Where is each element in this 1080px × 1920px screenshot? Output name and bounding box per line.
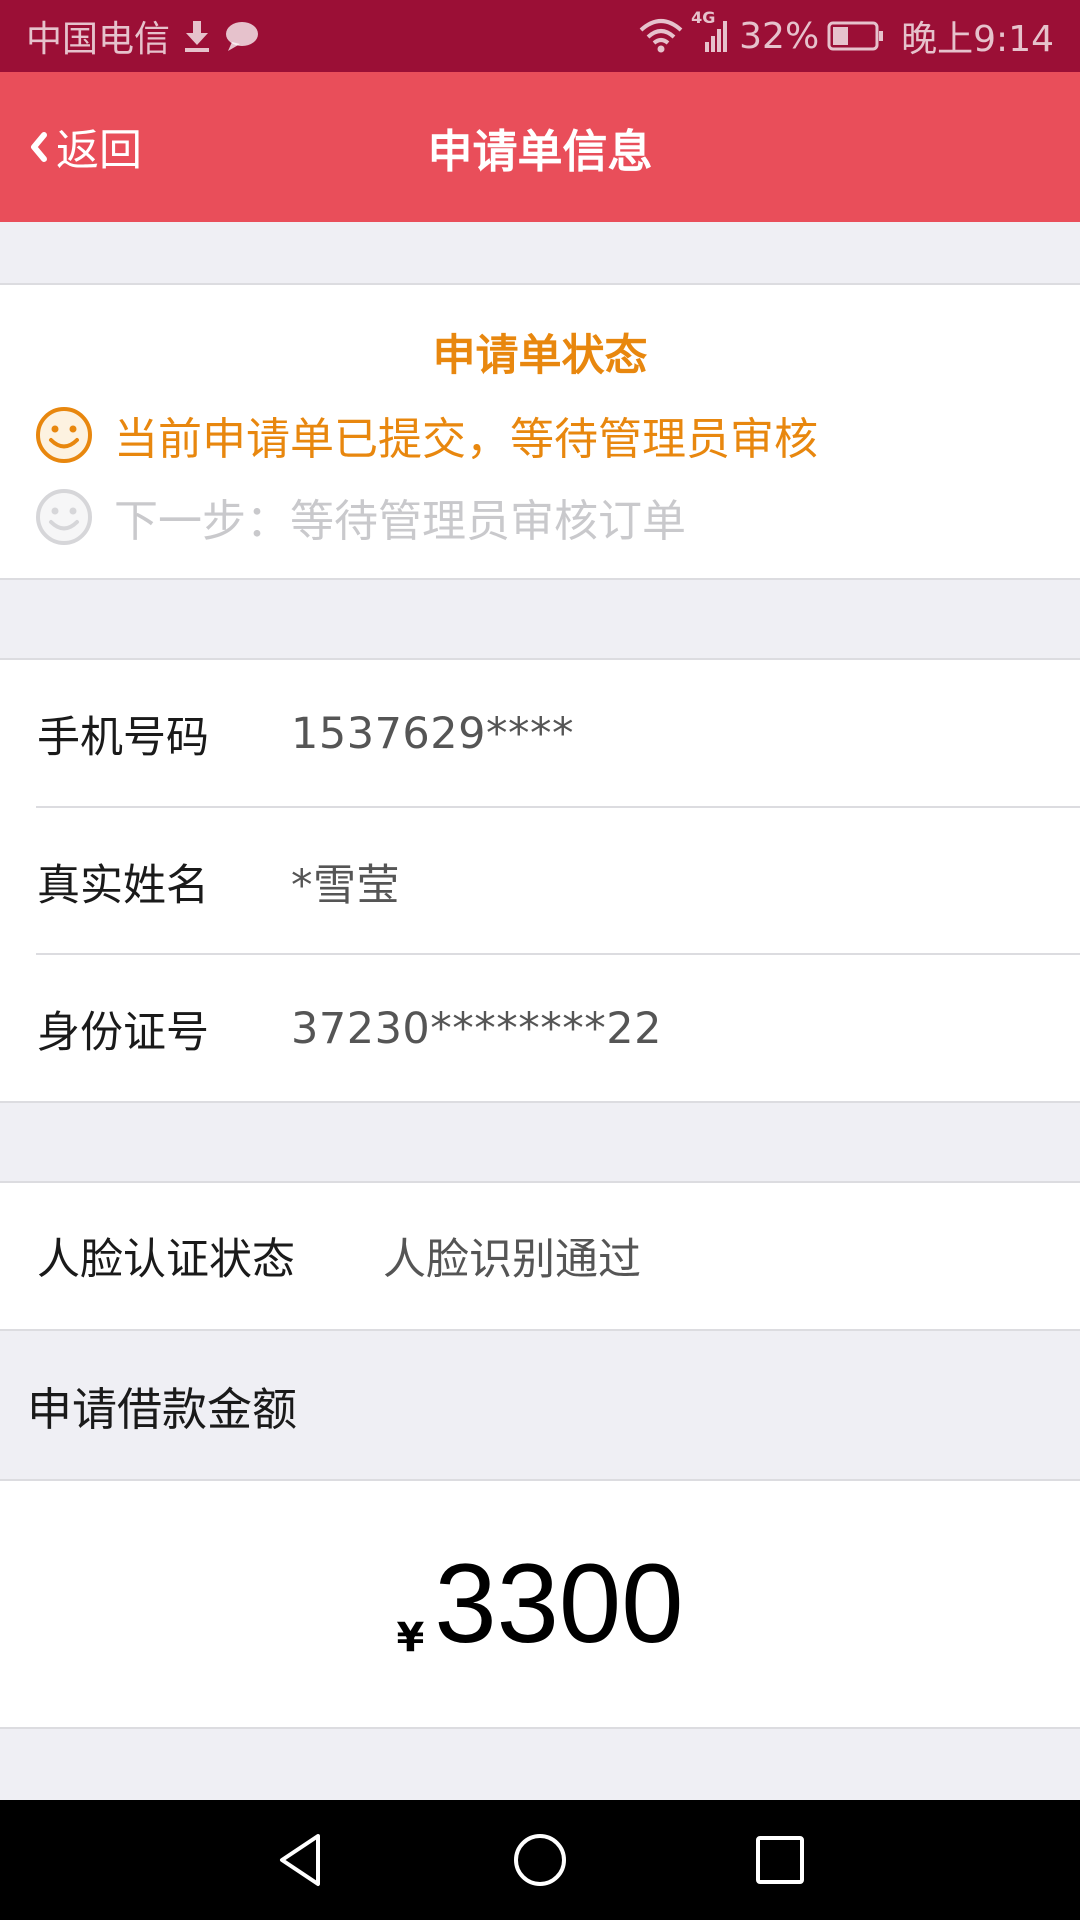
next-step-text: 下一步：等待管理员审核订单 [114,496,686,547]
back-label: 返回 [56,126,142,176]
info-label: 身份证号 [37,1007,209,1058]
nav-bar: 返回 申请单信息 [0,72,1080,222]
status-bar-left: 中国电信 [26,0,260,72]
personal-info-card: 手机号码 1537629**** 真实姓名 *雪莹 身份证号 37230****… [0,658,1080,1103]
battery-icon [827,20,885,52]
circle-home-icon [510,1830,570,1890]
loan-amount: ¥ 3300 [0,1481,1080,1727]
smiley-icon [34,487,94,547]
network-type: 4G [691,8,716,27]
triangle-back-icon [272,1830,328,1890]
nav-back-button[interactable] [240,1800,360,1920]
wifi-icon [639,18,683,54]
current-status-text: 当前申请单已提交，等待管理员审核 [114,414,818,465]
page-title: 申请单信息 [427,124,653,178]
square-recents-icon [752,1832,808,1888]
application-status-card: 申请单状态 当前申请单已提交，等待管理员审核 下一步：等待管理员审核订单 [0,283,1080,580]
next-step: 下一步：等待管理员审核订单 [34,485,686,549]
message-icon [224,20,260,52]
face-auth-label: 人脸认证状态 [37,1235,295,1285]
chevron-left-icon [26,129,50,165]
amount-value: 3300 [434,1541,684,1666]
smiley-icon [34,405,94,465]
info-value: *雪莹 [291,860,400,911]
current-status: 当前申请单已提交，等待管理员审核 [34,403,818,467]
info-row-name: 真实姓名 *雪莹 [0,808,1080,955]
status-bar-right: 4G 32% 晚上9:14 [639,0,1054,72]
battery-percent: 32% [739,15,820,57]
face-auth-card: 人脸认证状态 人脸识别通过 [0,1181,1080,1331]
currency-symbol: ¥ [396,1615,425,1661]
face-auth-value: 人脸识别通过 [383,1235,641,1285]
clock: 晚上9:14 [901,19,1054,60]
info-value: 37230********22 [291,1003,663,1054]
info-label: 真实姓名 [37,860,209,911]
nav-home-button[interactable] [480,1800,600,1920]
info-label: 手机号码 [37,712,209,763]
info-row-phone: 手机号码 1537629**** [0,660,1080,807]
download-icon [182,19,212,53]
system-nav-bar [0,1800,1080,1920]
loan-amount-header: 申请借款金额 [27,1382,298,1436]
back-button[interactable]: 返回 [26,72,142,222]
info-value: 1537629**** [291,708,575,759]
nav-recents-button[interactable] [720,1800,840,1920]
status-bar: 中国电信 4G 32% 晚上9:14 [0,0,1080,72]
carrier-name: 中国电信 [26,19,171,60]
loan-amount-card: ¥ 3300 [0,1479,1080,1729]
application-status-title: 申请单状态 [432,331,648,381]
info-row-id: 身份证号 37230********22 [0,955,1080,1102]
signal-icon: 4G [691,8,731,54]
